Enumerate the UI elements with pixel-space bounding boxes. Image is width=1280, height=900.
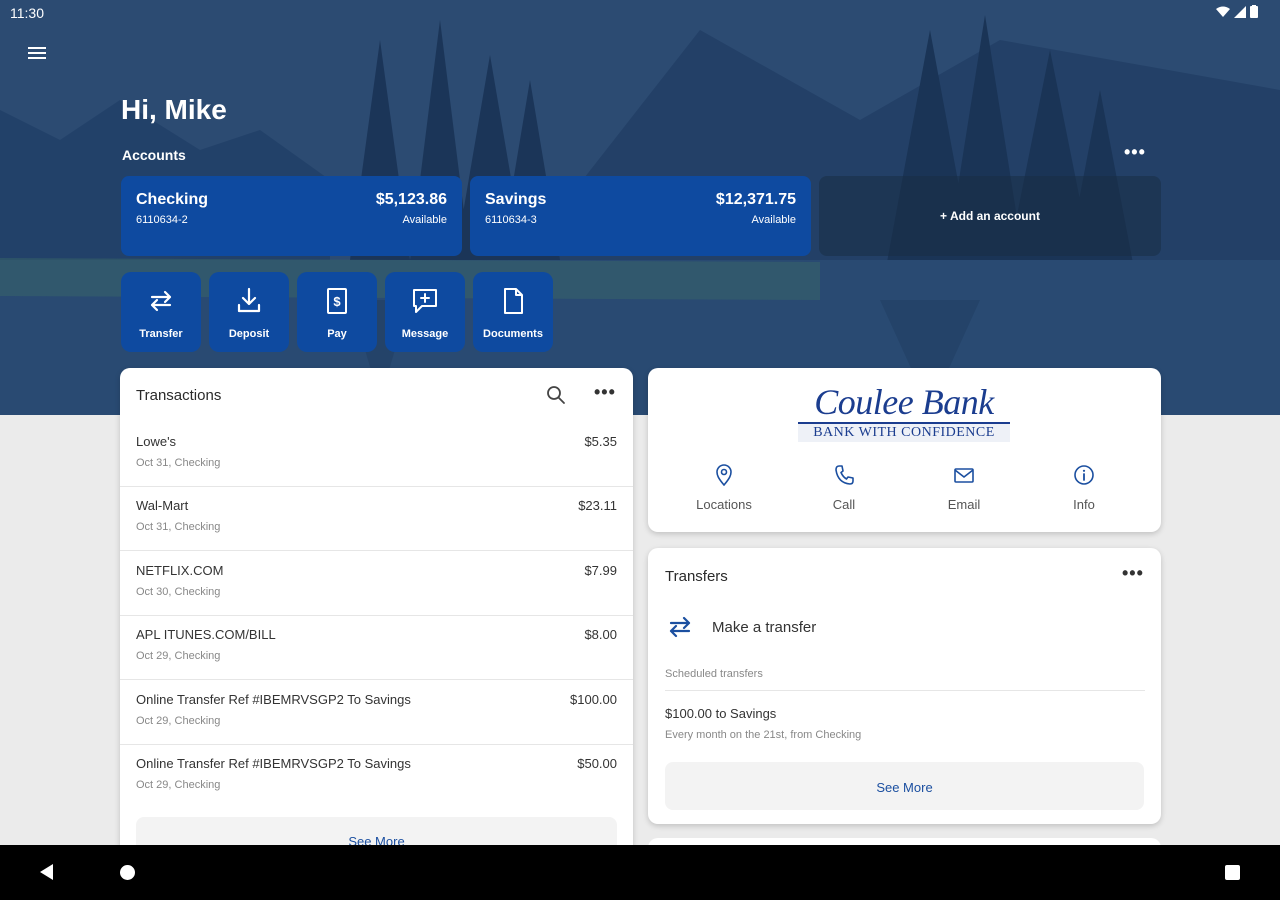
- bank-name: Coulee Bank: [814, 382, 994, 422]
- transfers-card: Transfers ••• Make a transfer Scheduled …: [648, 548, 1161, 824]
- make-transfer-button[interactable]: Make a transfer: [665, 608, 1145, 648]
- account-balance: $12,371.75: [715, 191, 796, 208]
- transaction-row[interactable]: Online Transfer Ref #IBEMRVSGP2 To Savin…: [120, 681, 633, 745]
- transactions-title: Transactions: [136, 387, 222, 404]
- pay-button[interactable]: $ Pay: [297, 272, 377, 352]
- transaction-detail: Oct 29, Checking: [136, 715, 221, 727]
- account-balance: $5,123.86: [375, 191, 447, 208]
- transaction-amount: $23.11: [578, 498, 617, 513]
- transaction-detail: Oct 31, Checking: [136, 457, 221, 469]
- transfers-more-icon[interactable]: •••: [1122, 563, 1144, 584]
- transaction-description: Online Transfer Ref #IBEMRVSGP2 To Savin…: [136, 692, 411, 707]
- transaction-row[interactable]: APL ITUNES.COM/BILL Oct 29, Checking $8.…: [120, 616, 633, 680]
- locations-button[interactable]: Locations: [664, 464, 784, 512]
- account-balance-label: Available: [402, 214, 447, 226]
- transaction-description: Online Transfer Ref #IBEMRVSGP2 To Savin…: [136, 756, 411, 771]
- accounts-label: Accounts: [122, 147, 186, 163]
- bank-tagline: BANK WITH CONFIDENCE: [798, 422, 1010, 442]
- call-button[interactable]: Call: [784, 464, 904, 512]
- action-label: Pay: [327, 328, 347, 340]
- status-bar: 11:30: [0, 0, 1280, 26]
- greeting: Hi, Mike: [121, 94, 227, 125]
- transfer-icon: [669, 616, 691, 638]
- email-icon: [954, 468, 974, 483]
- transactions-more-icon[interactable]: •••: [594, 382, 616, 403]
- transaction-detail: Oct 31, Checking: [136, 521, 221, 533]
- transaction-detail: Oct 29, Checking: [136, 779, 221, 791]
- deposit-icon: [237, 287, 261, 313]
- action-label: Transfer: [139, 328, 183, 340]
- transaction-amount: $7.99: [584, 563, 617, 578]
- home-icon[interactable]: [120, 865, 135, 880]
- documents-button[interactable]: Documents: [473, 272, 553, 352]
- signal-icon: [1234, 5, 1246, 21]
- transaction-row[interactable]: Lowe's Oct 31, Checking $5.35: [120, 423, 633, 487]
- search-icon[interactable]: [546, 385, 566, 410]
- transaction-row[interactable]: Online Transfer Ref #IBEMRVSGP2 To Savin…: [120, 745, 633, 809]
- bank-action-label: Call: [832, 497, 856, 512]
- bank-action-label: Info: [1073, 497, 1095, 512]
- bank-action-label: Locations: [696, 497, 752, 512]
- back-icon[interactable]: [40, 864, 53, 880]
- transaction-amount: $5.35: [584, 434, 617, 449]
- transactions-card: Transactions ••• Lowe's Oct 31, Checking…: [120, 368, 633, 868]
- documents-icon: [504, 288, 523, 314]
- location-pin-icon: [716, 464, 732, 486]
- account-card-checking[interactable]: Checking 6110634-2 $5,123.86 Available: [121, 176, 462, 256]
- bank-info-card: Coulee Bank BANK WITH CONFIDENCE Locatio…: [648, 368, 1161, 532]
- transfers-title: Transfers: [665, 568, 728, 585]
- account-number: 6110634-3: [485, 214, 537, 226]
- email-button[interactable]: Email: [904, 464, 1024, 512]
- recents-icon[interactable]: [1225, 865, 1240, 880]
- transfer-button[interactable]: Transfer: [121, 272, 201, 352]
- transaction-row[interactable]: NETFLIX.COM Oct 30, Checking $7.99: [120, 552, 633, 616]
- transaction-description: APL ITUNES.COM/BILL: [136, 627, 276, 642]
- transaction-detail: Oct 30, Checking: [136, 586, 221, 598]
- make-transfer-label: Make a transfer: [712, 619, 817, 636]
- scheduled-transfer-item[interactable]: $100.00 to Savings Every month on the 21…: [665, 706, 861, 741]
- message-icon: [413, 289, 437, 313]
- action-label: Message: [401, 328, 449, 340]
- add-account-button[interactable]: + Add an account: [819, 176, 1161, 256]
- status-icons: [1216, 5, 1258, 21]
- divider: [665, 690, 1145, 691]
- accounts-more-icon[interactable]: •••: [1124, 142, 1146, 163]
- pay-icon: $: [327, 288, 347, 314]
- transfer-icon: [150, 290, 172, 312]
- scheduled-transfers-label: Scheduled transfers: [665, 668, 763, 680]
- transfers-see-more-button[interactable]: See More: [665, 762, 1144, 810]
- battery-icon: [1250, 5, 1258, 21]
- wifi-icon: [1216, 5, 1230, 21]
- info-button[interactable]: Info: [1024, 464, 1144, 512]
- system-navigation-bar: [0, 845, 1280, 900]
- svg-text:$: $: [333, 294, 341, 309]
- message-button[interactable]: Message: [385, 272, 465, 352]
- scheduled-transfer-amount: $100.00 to Savings: [665, 706, 777, 721]
- status-time: 11:30: [10, 5, 44, 21]
- menu-icon[interactable]: [24, 44, 50, 70]
- info-icon: [1074, 465, 1094, 485]
- account-name: Checking: [136, 191, 209, 208]
- transaction-amount: $100.00: [570, 692, 617, 707]
- scheduled-transfer-detail: Every month on the 21st, from Checking: [665, 729, 862, 741]
- account-balance-label: Available: [751, 214, 796, 226]
- action-label: Deposit: [228, 328, 270, 340]
- transaction-amount: $8.00: [584, 627, 617, 642]
- action-label: Documents: [483, 328, 543, 340]
- transaction-description: NETFLIX.COM: [136, 563, 224, 578]
- transaction-description: Wal-Mart: [136, 498, 189, 513]
- account-name: Savings: [485, 191, 547, 208]
- account-number: 6110634-2: [136, 214, 188, 226]
- account-card-savings[interactable]: Savings 6110634-3 $12,371.75 Available: [470, 176, 811, 256]
- phone-icon: [835, 465, 854, 485]
- bank-logo: Coulee Bank BANK WITH CONFIDENCE: [798, 382, 1010, 442]
- transaction-detail: Oct 29, Checking: [136, 650, 221, 662]
- deposit-button[interactable]: Deposit: [209, 272, 289, 352]
- transaction-row[interactable]: Wal-Mart Oct 31, Checking $23.11: [120, 487, 633, 551]
- transaction-amount: $50.00: [577, 756, 617, 771]
- transaction-description: Lowe's: [136, 434, 177, 449]
- bank-action-label: Email: [947, 497, 981, 512]
